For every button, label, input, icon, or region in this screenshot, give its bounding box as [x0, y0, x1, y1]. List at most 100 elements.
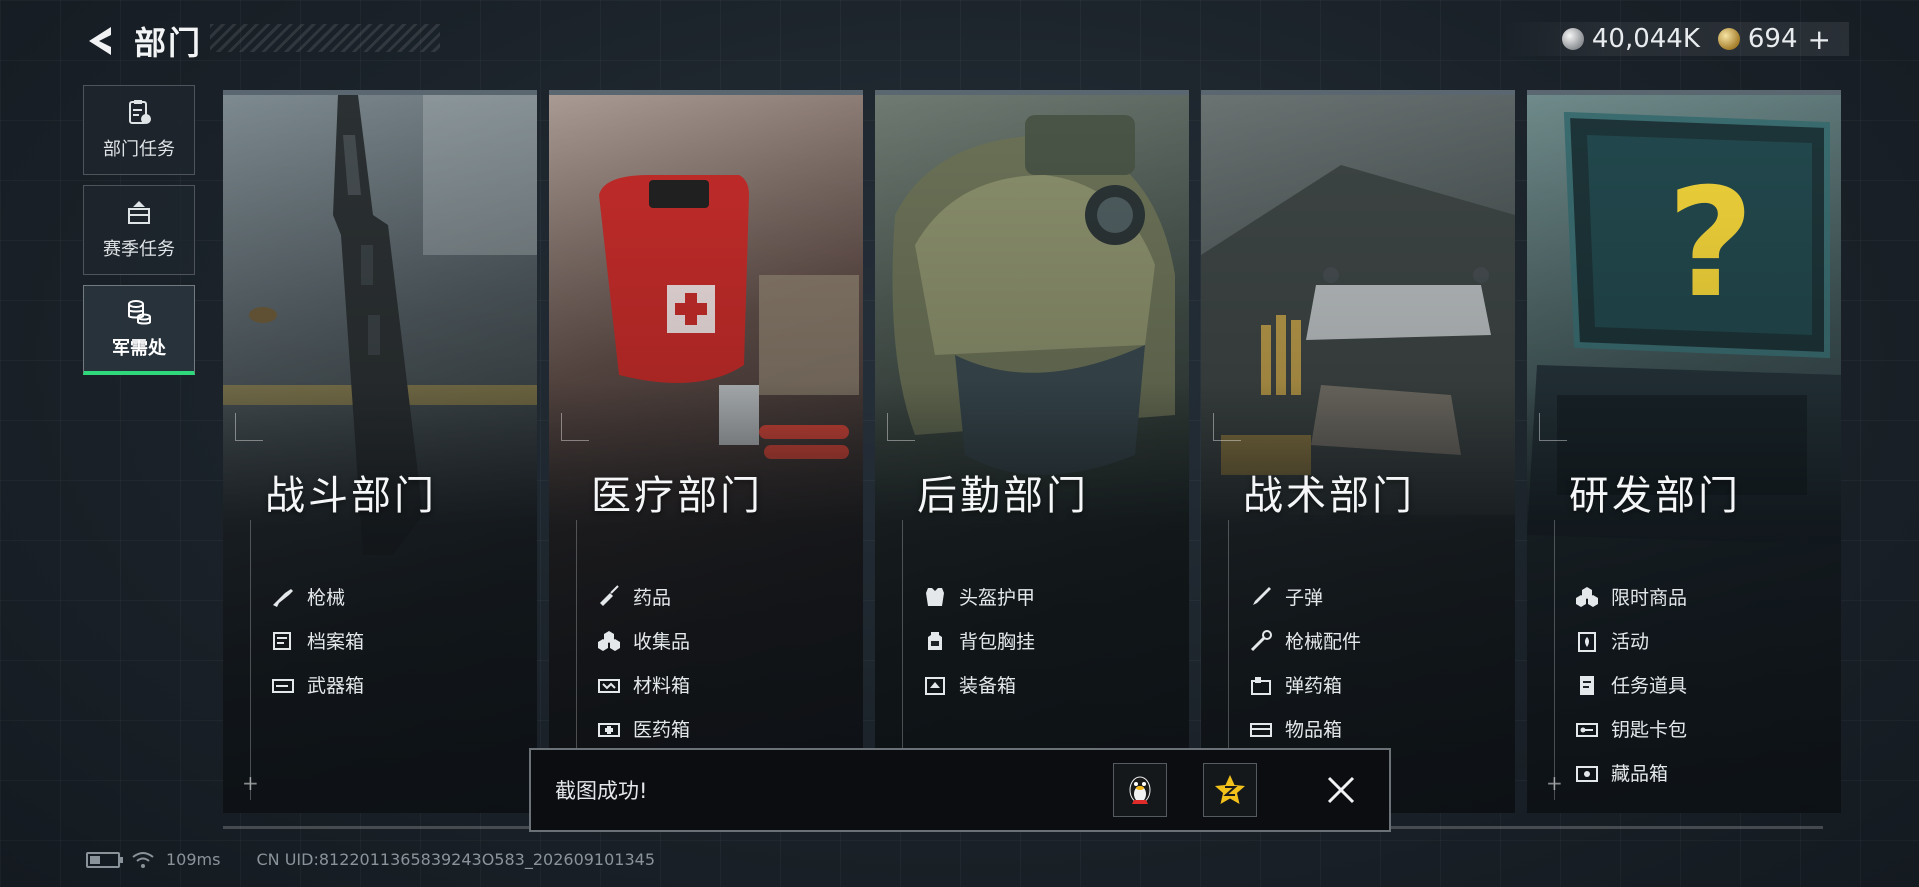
card-item-weapon-case[interactable]: 武器箱 [271, 671, 364, 698]
card-items: 限时商品 活动 任务道具 钥匙卡包 藏品箱 [1575, 583, 1687, 786]
card-item-label: 藏品箱 [1611, 763, 1669, 785]
share-qzone-button[interactable] [1203, 763, 1257, 817]
scope-icon [1250, 629, 1272, 651]
card-item-backpack[interactable]: 背包胸挂 [923, 627, 1035, 654]
card-item-label: 任务道具 [1611, 675, 1688, 697]
collection-box-icon [1576, 765, 1598, 782]
card-item-gun-attachments[interactable]: 枪械配件 [1249, 627, 1361, 654]
card-item-label: 医药箱 [633, 719, 691, 741]
card-medical-department[interactable]: 医疗部门 药品 收集品 材料箱 医药箱 + [549, 90, 863, 813]
armor-icon [926, 587, 944, 606]
card-combat-department[interactable]: 战斗部门 枪械 档案箱 武器箱 + [223, 90, 537, 813]
nav-label: 赛季任务 [103, 239, 175, 260]
card-title: 后勤部门 [917, 473, 1089, 519]
card-item-label: 子弹 [1285, 587, 1324, 609]
card-item-label: 武器箱 [307, 675, 365, 697]
card-item-helmet-armor[interactable]: 头盔护甲 [923, 583, 1035, 610]
plus-decoration: + [242, 771, 259, 795]
card-item-medicine[interactable]: 药品 [597, 583, 690, 610]
card-item-label: 物品箱 [1285, 719, 1343, 741]
page-title: 部门 [134, 24, 203, 62]
card-item-label: 枪械 [307, 587, 346, 609]
limited-goods-icon [1576, 586, 1598, 607]
corner-decoration [887, 413, 915, 441]
keycard-icon [1576, 722, 1598, 737]
card-item-collection-box[interactable]: 藏品箱 [1575, 759, 1687, 786]
screenshot-toast: 截图成功! [529, 748, 1391, 832]
card-item-label: 装备箱 [959, 675, 1017, 697]
nav-label: 部门任务 [103, 139, 175, 160]
card-title: 研发部门 [1569, 473, 1741, 519]
card-item-bullets[interactable]: 子弹 [1249, 583, 1361, 610]
ammo-box-icon [1251, 676, 1271, 695]
card-item-label: 背包胸挂 [959, 631, 1036, 653]
gold-coin-icon [1717, 28, 1740, 50]
card-divider [1554, 520, 1555, 800]
silver-currency-value: 40,044K [1591, 24, 1700, 54]
ping-value: 109ms [166, 850, 221, 869]
card-item-label: 限时商品 [1611, 587, 1688, 609]
card-item-label: 头盔护甲 [959, 587, 1036, 609]
status-footer: 109ms CN UID:8122011365839243O583_202609… [86, 850, 655, 869]
card-tactical-department[interactable]: 战术部门 子弹 枪械配件 弹药箱 物品箱 + [1201, 90, 1515, 813]
currency-bar: 40,044K 694 + [1501, 22, 1849, 56]
task-clipboard-icon [129, 100, 151, 124]
back-button[interactable] [80, 19, 120, 63]
card-shade [223, 95, 537, 813]
rifle-icon [273, 588, 293, 607]
card-rnd-department[interactable]: ? 研发部门 限时商品 活动 任务道具 钥匙卡包 [1527, 90, 1841, 813]
coin-stack-icon [128, 299, 151, 324]
corner-decoration [1213, 413, 1241, 441]
card-item-equipment-box[interactable]: 装备箱 [923, 671, 1035, 698]
card-items: 头盔护甲 背包胸挂 装备箱 [923, 583, 1035, 698]
plus-decoration: + [1546, 771, 1563, 795]
season-task-icon [128, 201, 150, 224]
nav-item-department-tasks[interactable]: 部门任务 [83, 85, 195, 175]
nav-item-season-tasks[interactable]: 赛季任务 [83, 185, 195, 275]
nav-item-quartermaster[interactable]: 军需处 [83, 285, 195, 375]
card-item-task-items[interactable]: 任务道具 [1575, 671, 1687, 698]
battery-level [90, 855, 101, 864]
card-items: 药品 收集品 材料箱 医药箱 [597, 583, 690, 742]
card-item-label: 枪械配件 [1285, 631, 1362, 653]
back-arrow-icon [89, 27, 111, 55]
corner-decoration [235, 413, 263, 441]
card-item-label: 弹药箱 [1285, 675, 1343, 697]
card-item-medkit[interactable]: 医药箱 [597, 715, 690, 742]
backpack-icon [928, 631, 942, 650]
card-items: 枪械 档案箱 武器箱 [271, 583, 364, 698]
card-logistics-department[interactable]: 后勤部门 头盔护甲 背包胸挂 装备箱 + [875, 90, 1189, 813]
item-box-icon [1250, 722, 1272, 737]
page-header: 部门 [80, 18, 202, 64]
close-toast-button[interactable] [1317, 766, 1365, 814]
card-item-ammo-box[interactable]: 弹药箱 [1249, 671, 1361, 698]
gold-currency-value: 694 [1747, 24, 1798, 54]
card-divider [250, 520, 251, 800]
equipment-box-icon [925, 676, 945, 695]
card-item-events[interactable]: 活动 [1575, 627, 1687, 654]
card-item-item-box[interactable]: 物品箱 [1249, 715, 1361, 742]
side-nav: 部门任务 赛季任务 军需处 [83, 85, 195, 375]
card-item-label: 活动 [1611, 631, 1650, 653]
share-qq-button[interactable] [1113, 763, 1167, 817]
task-item-icon [1580, 675, 1594, 695]
card-title: 战斗部门 [265, 473, 437, 519]
card-item-label: 材料箱 [633, 675, 691, 697]
card-item-limited-goods[interactable]: 限时商品 [1575, 583, 1687, 610]
bullet-icon [1253, 586, 1271, 605]
card-item-keycard-case[interactable]: 钥匙卡包 [1575, 715, 1687, 742]
add-currency-button[interactable]: + [1808, 23, 1831, 56]
card-item-collectibles[interactable]: 收集品 [597, 627, 690, 654]
card-item-material-box[interactable]: 材料箱 [597, 671, 690, 698]
gold-currency[interactable]: 694 + [1717, 23, 1831, 56]
card-item-file-box[interactable]: 档案箱 [271, 627, 364, 654]
card-item-label: 档案箱 [307, 631, 365, 653]
card-item-label: 收集品 [633, 631, 691, 653]
title-decoration [210, 24, 440, 52]
wifi-icon [132, 851, 154, 868]
nav-label: 军需处 [112, 337, 166, 359]
corner-decoration [1539, 413, 1567, 441]
card-item-guns[interactable]: 枪械 [271, 583, 364, 610]
card-shade [875, 95, 1189, 813]
weapon-case-icon [272, 678, 294, 693]
